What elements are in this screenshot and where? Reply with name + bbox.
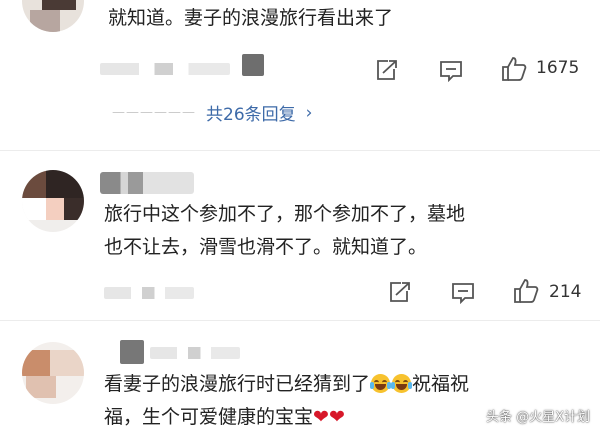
comment-icon [440, 61, 462, 82]
laugh-cry-emoji [391, 374, 413, 393]
username[interactable] [100, 172, 194, 194]
avatar[interactable] [22, 0, 84, 32]
avatar[interactable] [22, 170, 84, 232]
laugh-cry-emoji [370, 374, 392, 393]
like-button[interactable] [498, 54, 530, 84]
thumbs-up-icon [514, 279, 539, 303]
comment-text: 就知道。妻子的浪漫旅行看出来了 [108, 7, 394, 29]
comment-text-part2: 祝福祝 [412, 373, 470, 395]
comment-1: 就知道。妻子的浪漫旅行看出来了 1675 —————— 共26条回复 › [0, 0, 600, 140]
comment-2: 旅行中这个参加不了，那个参加不了，墓地 也不让去，滑雪也滑不了。就知道了。 21… [0, 150, 600, 320]
comment-button[interactable] [434, 56, 468, 84]
share-button[interactable] [370, 56, 404, 84]
red-heart-emoji: ❤ [328, 406, 345, 428]
watermark: 头条 @火星X计划 [485, 410, 590, 425]
comment-meta [100, 63, 230, 75]
like-count: 1675 [536, 58, 580, 78]
comment-meta-mark [242, 54, 264, 76]
chevron-right-icon: › [305, 102, 313, 123]
red-heart-emoji: ❤ [313, 406, 329, 428]
like-button[interactable] [510, 276, 542, 306]
reply-divider-dashes: —————— [112, 105, 196, 120]
comment-text-part3: 福，生个可爱健康的宝宝 [104, 406, 314, 428]
avatar[interactable] [22, 342, 84, 404]
comment-button[interactable] [446, 278, 480, 306]
share-icon [390, 282, 410, 302]
comment-icon [452, 283, 474, 304]
comment-text: 旅行中这个参加不了，那个参加不了，墓地 也不让去，滑雪也滑不了。就知道了。 [104, 203, 466, 258]
comment-text: 看妻子的浪漫旅行时已经猜到了 祝福祝 福，生个可爱健康的宝宝❤❤ [104, 368, 469, 434]
comment-text-part1: 看妻子的浪漫旅行时已经猜到了 [104, 373, 371, 395]
comment-meta [104, 287, 194, 299]
share-button[interactable] [383, 278, 417, 306]
reply-count-label: 共26条回复 [206, 105, 296, 125]
username-blur [150, 347, 240, 359]
username[interactable] [120, 340, 144, 364]
like-count: 214 [549, 282, 582, 302]
view-replies-link[interactable]: —————— 共26条回复 › [112, 100, 313, 126]
share-icon [377, 60, 397, 80]
thumbs-up-icon [502, 57, 527, 81]
